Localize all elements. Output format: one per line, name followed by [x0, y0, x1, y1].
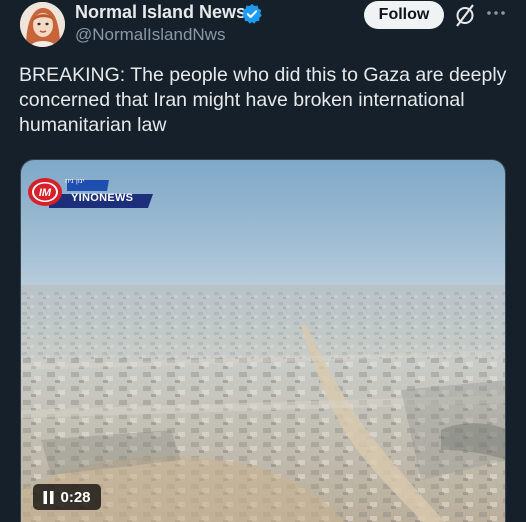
- video-player[interactable]: IM ינון ניוז YINONEWS 0:28: [20, 159, 506, 522]
- pause-icon[interactable]: [43, 490, 54, 504]
- video-frame: [21, 160, 505, 522]
- channel-subtitle: ינון ניוז: [65, 177, 85, 185]
- channel-name: YINONEWS: [71, 192, 134, 204]
- tweet-text: BREAKING: The people who did this to Gaz…: [19, 64, 507, 136]
- video-playback-control[interactable]: 0:28: [33, 484, 101, 510]
- grok-icon[interactable]: [454, 3, 476, 27]
- avatar[interactable]: [20, 2, 65, 47]
- tweet-card: Normal Island News @NormalIslandNws Foll…: [0, 0, 526, 522]
- channel-logo-mark: IM: [39, 187, 52, 199]
- author-name[interactable]: Normal Island News: [75, 2, 246, 23]
- author-handle[interactable]: @NormalIslandNws: [75, 25, 225, 45]
- video-time: 0:28: [60, 488, 91, 506]
- more-options-icon[interactable]: [486, 6, 506, 20]
- verified-badge-icon: [242, 4, 262, 24]
- avatar-image: [20, 2, 65, 47]
- follow-button[interactable]: Follow: [364, 1, 444, 29]
